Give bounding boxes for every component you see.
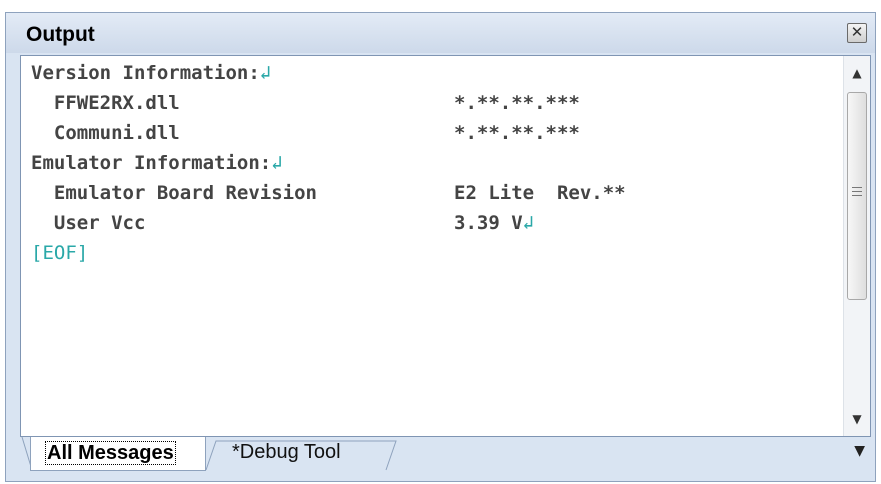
close-icon[interactable]: ✕	[847, 23, 867, 43]
output-value-text: *.**.**.***	[454, 122, 580, 144]
chevron-down-icon[interactable]: ▼	[854, 443, 865, 459]
output-line-text: User Vcc	[31, 212, 146, 234]
return-mark-icon: ↲	[271, 152, 283, 174]
scroll-down-icon[interactable]: ▼	[844, 412, 870, 426]
output-value-text: *.**.**.***	[454, 92, 580, 114]
scrollbar-thumb[interactable]	[847, 92, 867, 300]
output-text-area[interactable]: Version Information:↲ FFWE2RX.dll *.**.**…	[20, 55, 871, 437]
output-line: Communi.dll	[31, 118, 180, 148]
output-line-value: E2 Lite Rev.**	[454, 178, 626, 208]
output-line-text: Emulator Information:	[31, 152, 272, 174]
panel-title-bar[interactable]: Output ✕	[6, 13, 875, 53]
output-line-text: FFWE2RX.dll	[31, 92, 180, 114]
output-line-value: *.**.**.***	[454, 88, 580, 118]
return-mark-icon: ↲	[522, 212, 535, 234]
output-line-text: Communi.dll	[31, 122, 180, 144]
output-panel: Output ✕ Version Information:↲ FFWE2RX.d…	[5, 12, 876, 482]
vertical-scrollbar[interactable]: ▲ ▼	[843, 56, 870, 436]
tab-label: *Debug Tool	[232, 441, 341, 463]
tab-all-messages[interactable]: All Messages	[30, 437, 206, 471]
tab-label: All Messages	[45, 441, 176, 465]
output-value-text: 3.39 V	[454, 212, 523, 234]
output-line-text: Emulator Board Revision	[31, 182, 317, 204]
output-line: Version Information:↲	[31, 58, 271, 88]
scroll-up-icon[interactable]: ▲	[844, 66, 870, 80]
message-log[interactable]: Version Information:↲ FFWE2RX.dll *.**.**…	[21, 56, 844, 436]
output-line-value: 3.39 V↲	[454, 208, 534, 238]
output-line: User Vcc	[31, 208, 146, 238]
output-line: FFWE2RX.dll	[31, 88, 180, 118]
panel-title: Output	[26, 23, 95, 46]
tab-bar: All Messages *Debug Tool ▼	[20, 437, 871, 473]
grip-icon	[852, 187, 862, 199]
output-line: Emulator Information:↲	[31, 148, 283, 178]
return-mark-icon: ↲	[259, 62, 272, 84]
output-line: Emulator Board Revision	[31, 178, 317, 208]
tab-debug-tool[interactable]: *Debug Tool	[210, 437, 388, 467]
eof-marker: [EOF]	[31, 242, 89, 264]
output-line-text: Version Information:	[31, 62, 260, 84]
output-line-value: *.**.**.***	[454, 118, 580, 148]
output-value-text: E2 Lite Rev.**	[454, 182, 626, 204]
